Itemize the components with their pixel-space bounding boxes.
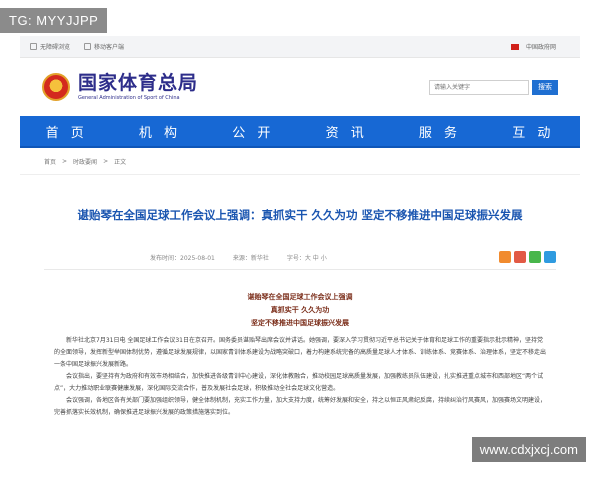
mobile-label: 移动客户端 xyxy=(94,44,125,51)
share-qq-icon[interactable] xyxy=(544,251,556,263)
paragraph: 新华社北京7月31日电 全国足球工作会议31日在京召开。国务委员谌贻琴出席会议并… xyxy=(54,337,547,368)
browser-page: 无障碍浏览 移动客户端 中国政府网 国家体育总局 General Adminis… xyxy=(20,36,580,456)
accessibility-label: 无障碍浏览 xyxy=(40,44,71,51)
watermark-site: www.cdxjxcj.com xyxy=(471,437,586,462)
breadcrumb-news[interactable]: 时政要闻 xyxy=(73,157,97,166)
article-title: 谌贻琴在全国足球工作会议上强调：真抓实干 久久为功 坚定不移推进中国足球振兴发展 xyxy=(77,208,523,222)
gov-site-link[interactable]: 中国政府网 xyxy=(510,42,556,51)
breadcrumb-separator: > xyxy=(62,157,68,165)
top-bar: 无障碍浏览 移动客户端 中国政府网 xyxy=(20,36,580,58)
search-input[interactable] xyxy=(429,79,529,95)
site-title: 国家体育总局 xyxy=(78,72,199,94)
nav-services[interactable]: 服 务 xyxy=(393,122,486,141)
publish-date: 发布时间：2025-08-01 xyxy=(150,254,215,262)
share-buttons xyxy=(499,251,556,263)
subhead-3: 坚定不移推进中国足球振兴发展 xyxy=(251,318,349,327)
site-logo[interactable]: 国家体育总局 General Administration of Sport o… xyxy=(78,73,198,101)
divider xyxy=(44,269,556,270)
national-emblem-icon xyxy=(42,73,70,101)
mobile-icon xyxy=(84,43,92,50)
gov-site-label: 中国政府网 xyxy=(525,44,556,51)
main-nav: 首 页 机 构 公 开 资 讯 服 务 互 动 xyxy=(20,116,580,148)
subhead-1: 谌贻琴在全国足球工作会议上强调 xyxy=(247,292,353,301)
subhead-2: 真抓实干 久久为功 xyxy=(270,305,330,314)
nav-interaction[interactable]: 互 动 xyxy=(487,122,580,141)
accessibility-link[interactable]: 无障碍浏览 xyxy=(30,42,70,51)
mobile-client-link[interactable]: 移动客户端 xyxy=(84,42,124,51)
article-body: 新华社北京7月31日电 全国足球工作会议31日在京召开。国务委员谌贻琴出席会议并… xyxy=(20,329,580,419)
share-weibo-icon[interactable] xyxy=(514,251,526,263)
site-subtitle: General Administration of Sport of China xyxy=(78,95,180,101)
nav-news[interactable]: 资 讯 xyxy=(300,122,393,141)
paragraph: 会议指出，要坚持有为政府和有效市场相结合，加快推进各级青训中心建设，深化体教融合… xyxy=(54,373,544,392)
site-header: 国家体育总局 General Administration of Sport o… xyxy=(20,58,580,116)
article-meta: 发布时间：2025-08-01 来源：新华社 字号：大 中 小 xyxy=(20,249,580,265)
share-wechat-icon[interactable] xyxy=(529,251,541,263)
breadcrumb-home[interactable]: 首页 xyxy=(44,157,56,166)
flag-icon xyxy=(510,43,519,50)
watermark-tg: TG: MYYJJPP xyxy=(0,8,108,33)
breadcrumb-current: 正文 xyxy=(114,158,127,166)
search-button[interactable]: 搜索 xyxy=(532,79,558,95)
font-size-switch[interactable]: 字号：大 中 小 xyxy=(287,253,327,262)
article-source: 来源：新华社 xyxy=(232,254,269,262)
breadcrumb: 首页 > 时政要闻 > 正文 xyxy=(20,148,580,175)
article-subheads: 谌贻琴在全国足球工作会议上强调 真抓实干 久久为功 坚定不移推进中国足球振兴发展 xyxy=(20,290,580,329)
nav-disclosure[interactable]: 公 开 xyxy=(207,122,300,141)
share-qzone-icon[interactable] xyxy=(499,251,511,263)
nav-home[interactable]: 首 页 xyxy=(20,122,113,141)
breadcrumb-separator: > xyxy=(103,157,109,165)
paragraph: 会议强调，各地区各有关部门要加强组织领导，健全体制机制，充实工作力量，加大支持力… xyxy=(54,397,547,416)
nav-organization[interactable]: 机 构 xyxy=(113,122,206,141)
accessibility-icon xyxy=(30,43,37,50)
